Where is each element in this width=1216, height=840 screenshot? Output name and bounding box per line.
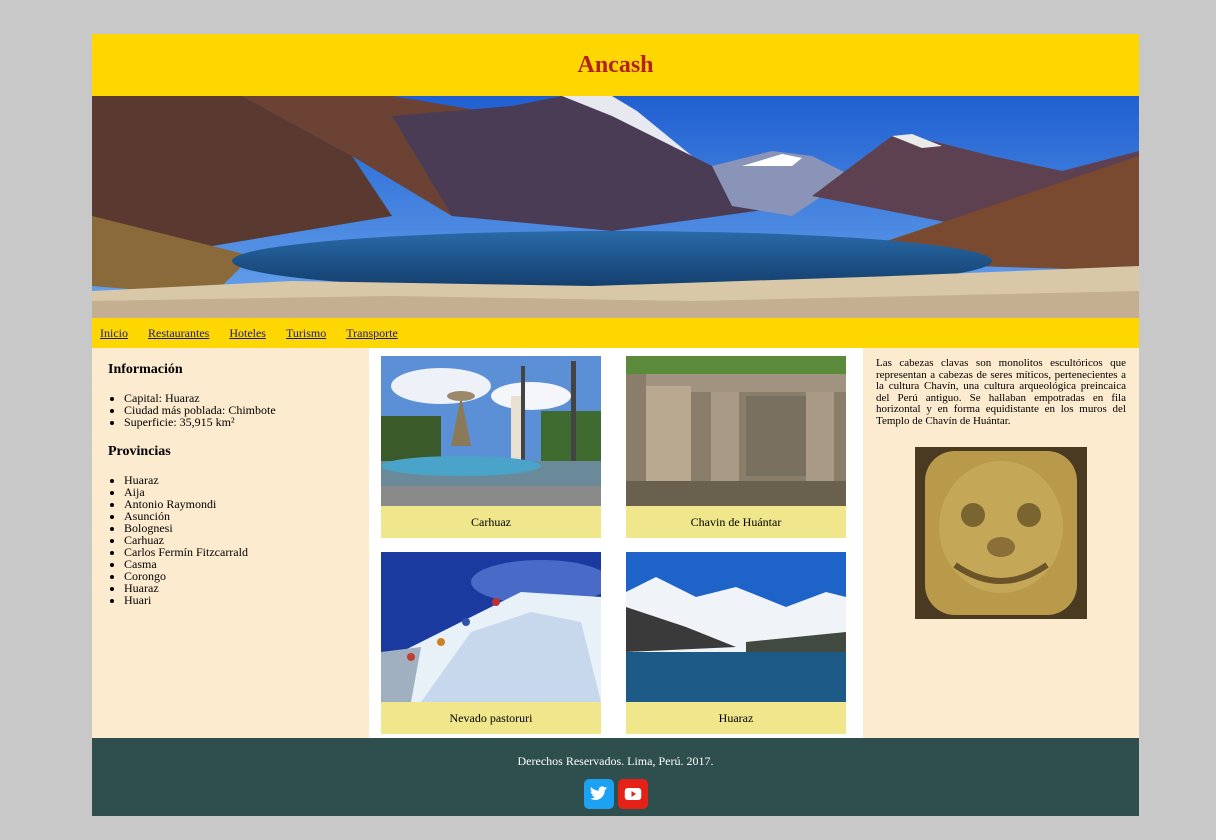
banner-image xyxy=(92,96,1139,318)
gallery-caption: Carhuaz xyxy=(381,506,601,538)
glacier-photo xyxy=(381,552,601,702)
main-content: Información Capital: Huaraz Ciudad más p… xyxy=(92,348,1139,738)
provincias-list: Huaraz Aija Antonio Raymondi Asunción Bo… xyxy=(108,474,353,606)
info-list: Capital: Huaraz Ciudad más poblada: Chim… xyxy=(108,392,353,428)
gallery-card-chavin[interactable]: Chavin de Huántar xyxy=(626,356,846,538)
mountain-lake-photo xyxy=(626,552,846,702)
page-container: Ancash Inicio Restaurantes Hoteles Turis… xyxy=(92,34,1139,816)
site-footer: Derechos Reservados. Lima, Perú. 2017. xyxy=(92,738,1139,816)
youtube-icon[interactable] xyxy=(617,779,648,809)
gallery-caption: Huaraz xyxy=(626,702,846,734)
nav-hoteles[interactable]: Hoteles xyxy=(229,326,266,341)
main-nav: Inicio Restaurantes Hoteles Turismo Tran… xyxy=(92,318,1139,348)
nav-transporte[interactable]: Transporte xyxy=(346,326,398,341)
gallery-card-carhuaz[interactable]: Carhuaz xyxy=(381,356,601,538)
ruins-photo xyxy=(626,356,846,506)
info-item-area: Superficie: 35,915 km² xyxy=(124,416,353,428)
banner-landscape-image xyxy=(92,96,1139,318)
provincia-item: Huari xyxy=(124,594,353,606)
nav-inicio[interactable]: Inicio xyxy=(100,326,128,341)
copyright-text: Derechos Reservados. Lima, Perú. 2017. xyxy=(517,754,714,768)
sidebar-right: Las cabezas clavas son monolitos escultó… xyxy=(863,348,1139,738)
fountain-photo xyxy=(381,356,601,506)
gallery: Carhuaz Chavin de Huántar Nevado pastoru… xyxy=(369,348,863,738)
provincias-heading: Provincias xyxy=(108,444,171,459)
gallery-card-pastoruri[interactable]: Nevado pastoruri xyxy=(381,552,601,734)
social-links xyxy=(583,779,648,809)
description-text: Las cabezas clavas son monolitos escultó… xyxy=(876,357,1126,427)
sidebar-left: Información Capital: Huaraz Ciudad más p… xyxy=(92,348,369,738)
provincia-item: Huaraz xyxy=(124,474,353,486)
provincia-item: Huaraz xyxy=(124,582,353,594)
cabeza-clava-image xyxy=(915,447,1087,620)
nav-turismo[interactable]: Turismo xyxy=(286,326,326,341)
nav-restaurantes[interactable]: Restaurantes xyxy=(148,326,209,341)
gallery-caption: Nevado pastoruri xyxy=(381,702,601,734)
provincia-item: Carlos Fermín Fitzcarrald xyxy=(124,546,353,558)
gallery-caption: Chavin de Huántar xyxy=(626,506,846,538)
site-header: Ancash xyxy=(92,34,1139,96)
twitter-icon[interactable] xyxy=(583,779,614,809)
gallery-card-huaraz[interactable]: Huaraz xyxy=(626,552,846,734)
page-title: Ancash xyxy=(577,51,654,78)
info-heading: Información xyxy=(108,362,183,377)
